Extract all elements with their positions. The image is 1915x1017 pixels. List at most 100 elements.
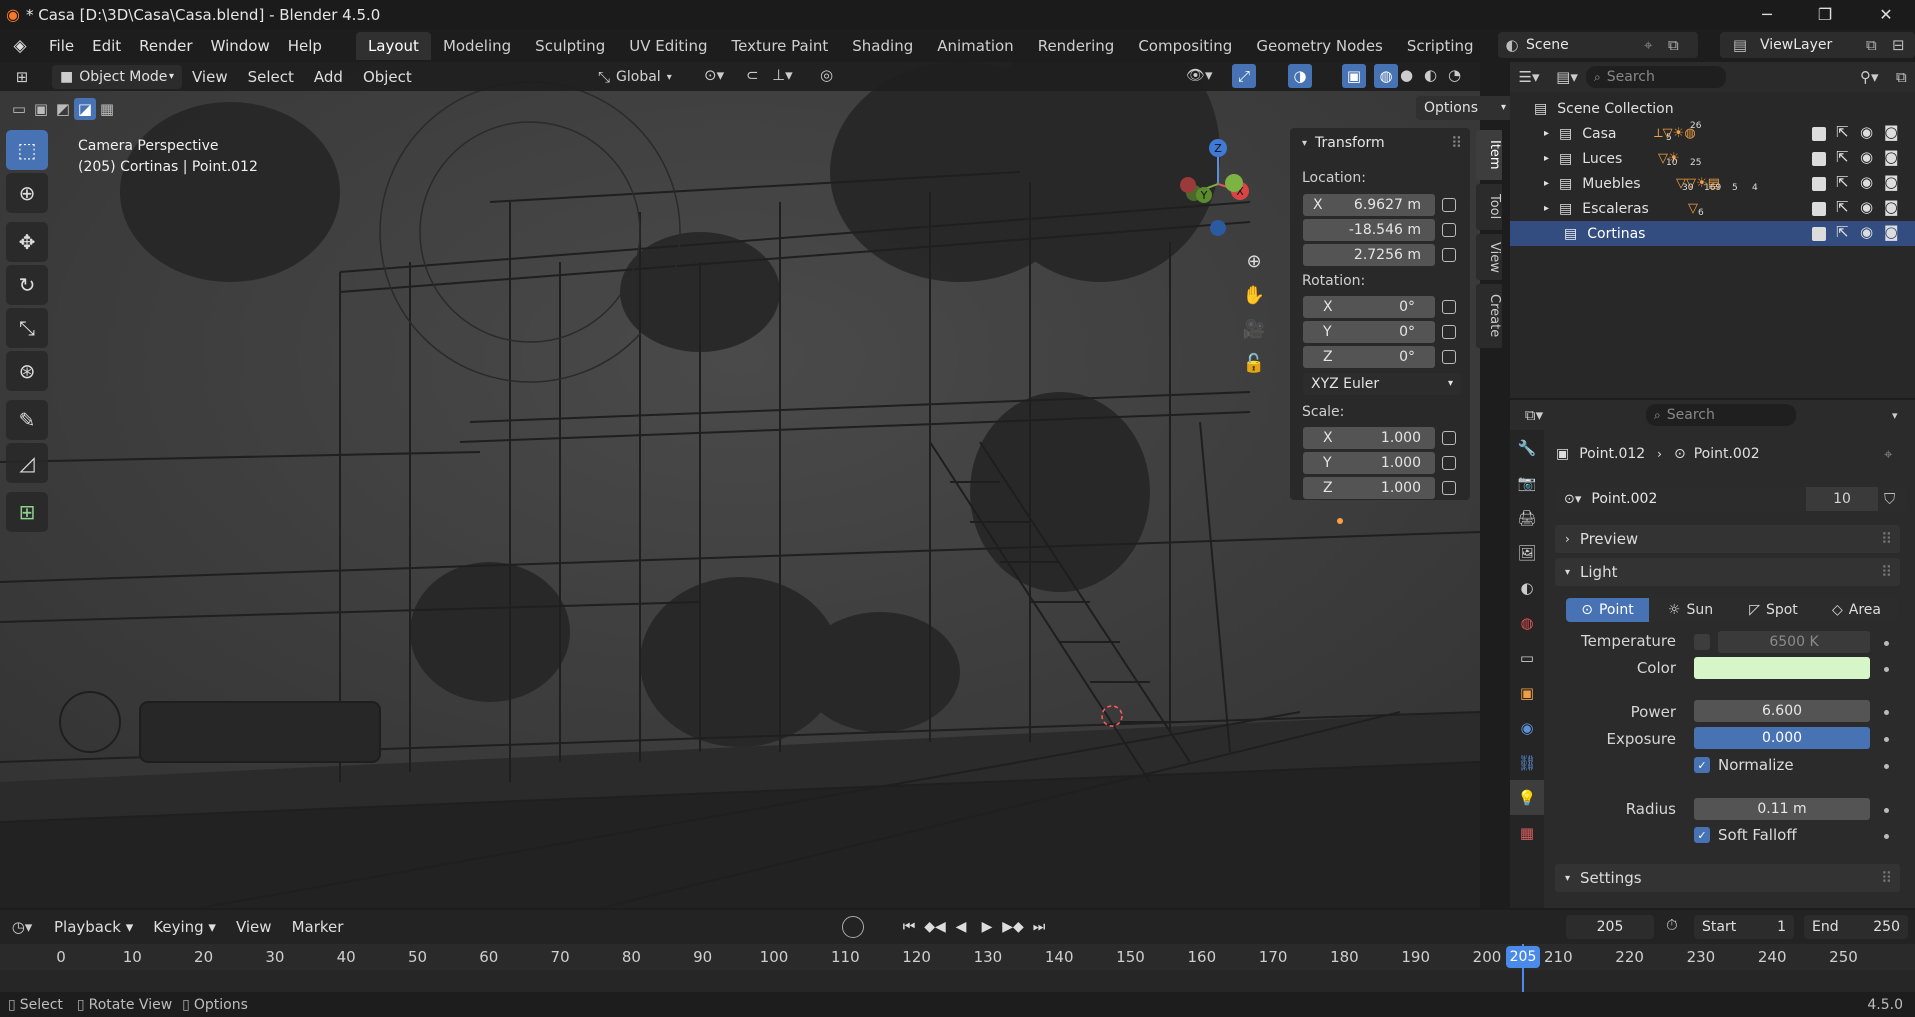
scene-collection-row[interactable]: ▤ Scene Collection [1510,96,1915,121]
navigation-gizmo[interactable]: Z X Y [1168,136,1254,246]
light-section-header[interactable]: ▾ Light ⠿ [1555,558,1900,586]
lock-icon[interactable] [1442,300,1456,314]
keyframe-dot[interactable] [1884,764,1889,769]
current-frame-field[interactable]: 205 [1566,915,1654,939]
timeline-track-area[interactable] [0,970,1915,992]
menu-edit[interactable]: Edit [83,33,130,59]
filter-icon[interactable]: ⚲▾ [1860,68,1879,86]
lock-icon[interactable] [1442,431,1456,445]
transform-tool[interactable]: ⊛ [6,351,48,391]
menu-file[interactable]: File [40,33,83,59]
menu-help[interactable]: Help [279,33,331,59]
move-tool[interactable]: ✥ [6,222,48,262]
render-camera-icon[interactable]: ◙ [1884,223,1899,241]
exclude-checkbox[interactable] [1812,177,1826,191]
annotate-tool[interactable]: ✎ [6,400,48,440]
lock-icon[interactable] [1442,456,1456,470]
drag-handle-icon[interactable]: ⠿ [1881,530,1892,548]
cursor-tool[interactable]: ⊕ [6,173,48,213]
measure-tool[interactable]: ◿ [6,443,48,483]
lock-icon[interactable] [1442,223,1456,237]
rendered-shading-icon[interactable]: ◔ [1448,66,1461,84]
pan-hand-icon[interactable]: ✋ [1240,278,1268,312]
mode-selector[interactable]: ■ Object Mode ▾ [52,64,182,89]
drag-handle-icon[interactable]: ⠿ [1451,134,1462,152]
chevron-down-icon[interactable]: ▾ [1892,409,1898,422]
view-layer-selector[interactable]: ▤ ViewLayer ⧉ ⊟ [1720,32,1915,58]
lock-icon[interactable] [1442,248,1456,262]
material-shading-icon[interactable]: ◐ [1424,66,1437,84]
select-subtract-icon[interactable]: ◩ [52,98,74,120]
expand-icon[interactable]: ▸ [1544,203,1549,214]
location-y-field[interactable]: -18.546 m [1303,219,1435,241]
light-type-point[interactable]: ⊙ Point [1566,598,1649,622]
scale-y-field[interactable]: Y 1.000 [1303,452,1435,474]
keyframe-dot[interactable] [1884,641,1889,646]
stopwatch-icon[interactable]: ⏱ [1666,916,1678,934]
tab-shading[interactable]: Shading [840,32,925,60]
eye-icon[interactable]: ◉ [1860,123,1873,141]
select-extend-icon[interactable]: ▣ [30,98,52,120]
tab-view[interactable]: View [1476,234,1502,280]
start-frame-field[interactable]: Start 1 [1694,915,1794,939]
rotation-x-field[interactable]: X 0° [1303,296,1435,318]
check-icon[interactable]: ✓ [1694,827,1710,843]
tab-create[interactable]: Create [1476,284,1502,348]
tab-compositing[interactable]: Compositing [1126,32,1244,60]
editor-type-icon[interactable]: ☰▾ [1510,68,1548,86]
selectable-icon[interactable]: ⇱ [1836,198,1849,216]
view-layer-tab-icon[interactable]: 🖼 [1510,535,1544,570]
render-camera-icon[interactable]: ◙ [1884,148,1899,166]
scene-selector[interactable]: ◐ Scene ⌖ ⧉ [1498,32,1698,58]
rotation-mode-dropdown[interactable]: XYZ Euler ▾ [1303,373,1461,395]
rotation-y-field[interactable]: Y 0° [1303,321,1435,343]
jump-end-icon[interactable]: ⏭ [1026,919,1052,935]
tab-scripting[interactable]: Scripting [1395,32,1486,60]
xray-toggle-icon[interactable]: ▣ [1342,64,1366,88]
selectable-icon[interactable]: ⇱ [1836,148,1849,166]
snap-icon[interactable]: ⊂ [746,66,759,84]
keyframe-dot[interactable] [1884,808,1889,813]
overlay-toggle-icon[interactable]: ◑ [1288,64,1312,88]
render-tab-icon[interactable]: 📷 [1510,465,1544,500]
transform-orientation[interactable]: ⤡ Global ▾ [598,65,672,89]
constraints-tab-icon[interactable]: ⛓ [1510,745,1544,780]
camera-view-icon[interactable]: 🎥 [1240,312,1268,346]
power-field[interactable]: 6.600 [1694,700,1870,722]
tool-settings-tab-icon[interactable]: 🔧 [1510,430,1544,465]
light-type-spot[interactable]: ◸ Spot [1732,598,1815,622]
eye-icon[interactable]: ◉ [1860,198,1873,216]
drag-handle-icon[interactable]: ⠿ [1881,563,1892,581]
lock-icon[interactable] [1442,481,1456,495]
select-intersect-icon[interactable]: ▦ [96,98,118,120]
viewport-menu-view[interactable]: View [182,68,238,86]
keyframe-dot[interactable] [1884,667,1889,672]
render-camera-icon[interactable]: ◙ [1884,123,1899,141]
location-x-field[interactable]: X 6.9627 m [1303,194,1435,216]
light-datablock-selector[interactable]: ⊙▾ Point.002 10 ⛉ [1556,487,1906,511]
playhead-frame-badge[interactable]: 205 [1506,946,1540,968]
light-type-area[interactable]: ◇ Area [1815,598,1898,622]
expand-icon[interactable]: ▸ [1544,178,1549,189]
check-icon[interactable]: ✓ [1694,757,1710,773]
exclude-checkbox[interactable] [1812,227,1826,241]
drag-handle-icon[interactable]: ⠿ [1881,869,1892,887]
menu-window[interactable]: Window [202,33,279,59]
editor-type-icon[interactable]: ⊞ [0,68,44,86]
render-camera-icon[interactable]: ◙ [1884,198,1899,216]
scale-z-field[interactable]: Z 1.000 [1303,477,1435,499]
settings-section-header[interactable]: ▾ Settings ⠿ [1555,864,1900,892]
keyframe-dot[interactable] [1884,834,1889,839]
preview-section-header[interactable]: › Preview ⠿ [1555,525,1900,553]
tab-item[interactable]: Item [1476,130,1502,180]
temperature-toggle-checkbox[interactable] [1694,634,1710,650]
scale-x-field[interactable]: X 1.000 [1303,427,1435,449]
add-cube-tool[interactable]: ⊞ [6,492,48,532]
play-icon[interactable]: ▶ [974,919,1000,935]
pin-icon[interactable]: ⌖ [1884,445,1892,463]
viewport-menu-add[interactable]: Add [304,68,353,86]
snap-target-icon[interactable]: ⊥▾ [772,66,793,84]
3d-viewport[interactable] [0,62,1480,908]
normalize-checkbox-row[interactable]: ✓ Normalize [1694,756,1794,774]
tab-sculpting[interactable]: Sculpting [523,32,617,60]
